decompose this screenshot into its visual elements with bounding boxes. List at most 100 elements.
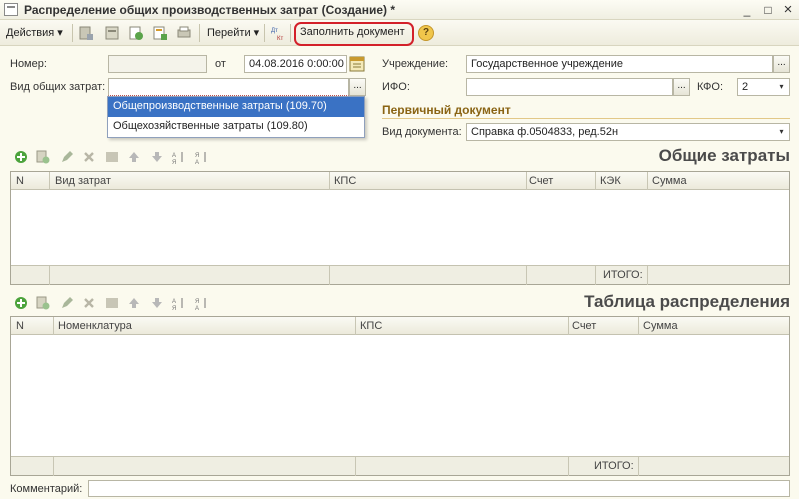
column-header-account[interactable]: Счет xyxy=(529,175,553,187)
comment-field[interactable] xyxy=(88,480,790,497)
edit-row-icon[interactable] xyxy=(60,296,74,310)
minimize-button[interactable]: _ xyxy=(740,3,754,17)
sort-desc-icon[interactable]: ЯА xyxy=(195,150,209,164)
doc-type-value: Справка ф.0504833, ред.52н xyxy=(471,126,619,138)
institution-field[interactable]: Государственное учреждение xyxy=(466,55,773,73)
move-up-icon[interactable] xyxy=(127,296,141,310)
help-icon[interactable]: ? xyxy=(418,25,434,41)
section-divider xyxy=(382,118,790,119)
move-up-icon[interactable] xyxy=(127,150,141,164)
toolbar-divider xyxy=(72,24,73,42)
column-divider xyxy=(53,457,54,476)
end-edit-icon[interactable] xyxy=(105,296,119,310)
dropdown-option-general-production[interactable]: Общепроизводственные затраты (109.70) xyxy=(108,97,364,117)
column-divider xyxy=(49,172,50,190)
svg-text:Дт: Дт xyxy=(271,28,278,34)
column-divider xyxy=(526,172,527,190)
close-button[interactable]: × xyxy=(781,2,795,17)
column-header-account[interactable]: Счет xyxy=(572,320,596,332)
svg-text:Я: Я xyxy=(195,299,199,305)
general-costs-table[interactable]: N Вид затрат КПС Счет КЭК Сумма ИТОГО: xyxy=(10,171,790,285)
kfo-label: КФО: xyxy=(697,81,724,93)
cost-type-field[interactable] xyxy=(108,78,349,96)
svg-text:Я: Я xyxy=(172,306,176,310)
delete-row-icon[interactable] xyxy=(82,296,96,310)
institution-label: Учреждение: xyxy=(382,58,449,70)
chevron-down-icon: ▾ xyxy=(57,27,63,39)
doc-type-field[interactable]: Справка ф.0504833, ред.52н ▾ xyxy=(466,123,790,141)
table2-toolbar: АЯ ЯА xyxy=(14,295,214,311)
table2-total-label: ИТОГО: xyxy=(594,460,634,472)
refresh-icon[interactable] xyxy=(128,25,144,41)
sort-desc-icon[interactable]: ЯА xyxy=(195,296,209,310)
column-divider xyxy=(647,172,648,190)
actions-menu[interactable]: Действия ▾ xyxy=(6,26,63,39)
toolbar-divider xyxy=(264,24,265,42)
column-header-nomenclature[interactable]: Номенклатура xyxy=(58,320,132,332)
column-header-sum[interactable]: Сумма xyxy=(643,320,678,332)
add-row-icon[interactable] xyxy=(14,296,28,310)
column-header-n[interactable]: N xyxy=(16,320,24,332)
move-down-icon[interactable] xyxy=(150,150,164,164)
edit-row-icon[interactable] xyxy=(60,150,74,164)
table2-caption: Таблица распределения xyxy=(584,292,790,311)
goto-label: Перейти xyxy=(207,27,251,39)
kfo-value: 2 xyxy=(742,81,749,93)
ifo-label: ИФО: xyxy=(382,81,410,93)
add-row-icon[interactable] xyxy=(14,150,28,164)
post-icon[interactable] xyxy=(78,25,94,41)
from-label: от xyxy=(215,58,226,70)
column-divider xyxy=(568,457,569,476)
table1-caption: Общие затраты xyxy=(658,146,790,165)
delete-row-icon[interactable] xyxy=(82,150,96,164)
print-icon[interactable] xyxy=(176,25,192,41)
maximize-button[interactable]: □ xyxy=(761,3,775,17)
sort-asc-icon[interactable]: АЯ xyxy=(172,150,186,164)
cost-type-select-button[interactable]: ... xyxy=(349,78,366,96)
dropdown-option-general-business[interactable]: Общехозяйственные затраты (109.80) xyxy=(108,117,364,137)
column-divider xyxy=(638,457,639,476)
column-divider xyxy=(647,266,648,285)
comment-label: Комментарий: xyxy=(10,483,83,495)
chevron-down-icon[interactable]: ▾ xyxy=(774,79,789,95)
date-field[interactable]: 04.08.2016 0:00:00 xyxy=(244,55,347,73)
distribution-table[interactable]: N Номенклатура КПС Счет Сумма ИТОГО: xyxy=(10,316,790,476)
copy-row-icon[interactable] xyxy=(36,296,50,310)
calendar-icon[interactable] xyxy=(349,55,365,73)
svg-text:А: А xyxy=(172,153,176,159)
svg-text:А: А xyxy=(172,299,176,305)
svg-text:А: А xyxy=(195,306,199,310)
chevron-down-icon[interactable]: ▾ xyxy=(774,124,789,140)
cost-type-dropdown: Общепроизводственные затраты (109.70) Об… xyxy=(107,96,365,138)
copy-row-icon[interactable] xyxy=(36,150,50,164)
column-header-cost-type[interactable]: Вид затрат xyxy=(55,175,111,187)
goto-menu[interactable]: Перейти ▾ xyxy=(207,26,259,39)
kfo-field[interactable]: 2 ▾ xyxy=(737,78,790,96)
column-header-kek[interactable]: КЭК xyxy=(600,175,621,187)
svg-text:Я: Я xyxy=(195,153,199,159)
table1-toolbar: АЯ ЯА xyxy=(14,149,214,165)
window-title: Распределение общих производственных зат… xyxy=(24,3,396,17)
column-header-kps[interactable]: КПС xyxy=(360,320,382,332)
column-header-sum[interactable]: Сумма xyxy=(652,175,687,187)
ifo-select-button[interactable]: ... xyxy=(673,78,690,96)
svg-text:А: А xyxy=(195,160,199,164)
primary-doc-title: Первичный документ xyxy=(382,103,511,117)
ifo-field[interactable] xyxy=(466,78,673,96)
copy-icon[interactable] xyxy=(152,25,168,41)
column-divider xyxy=(355,457,356,476)
column-header-n[interactable]: N xyxy=(16,175,24,187)
end-edit-icon[interactable] xyxy=(105,150,119,164)
table2-header: N Номенклатура КПС Счет Сумма xyxy=(11,317,789,335)
sort-asc-icon[interactable]: АЯ xyxy=(172,296,186,310)
column-divider xyxy=(638,317,639,335)
number-field[interactable] xyxy=(108,55,207,73)
actions-label: Действия xyxy=(6,27,55,39)
column-header-kps[interactable]: КПС xyxy=(334,175,356,187)
move-down-icon[interactable] xyxy=(150,296,164,310)
column-divider xyxy=(53,317,54,335)
dt-kt-icon[interactable]: Дт Кт xyxy=(270,25,286,41)
column-divider xyxy=(595,266,596,285)
unpost-icon[interactable] xyxy=(104,25,120,41)
institution-select-button[interactable]: ... xyxy=(773,55,790,73)
